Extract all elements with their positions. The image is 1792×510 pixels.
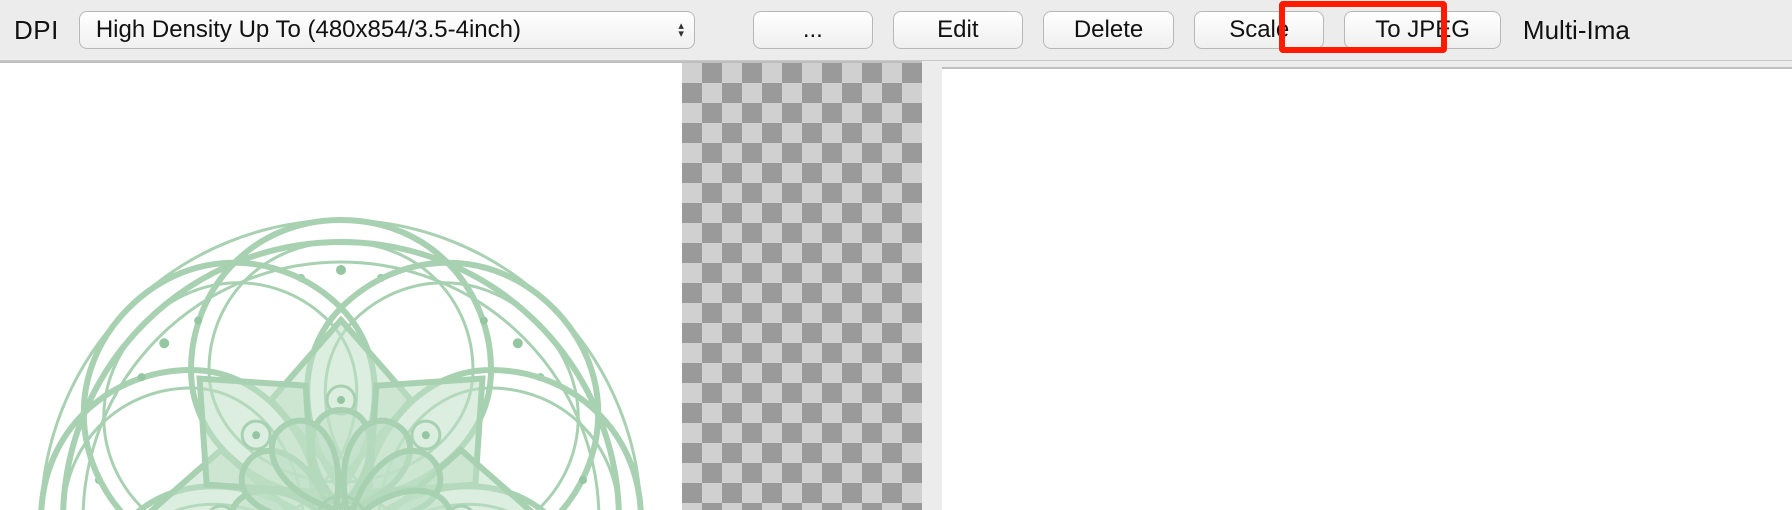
multiimage-label-truncated: Multi-Ima bbox=[1523, 15, 1630, 46]
edit-button-label: Edit bbox=[937, 16, 978, 44]
tojpeg-button-label: To JPEG bbox=[1375, 16, 1470, 44]
dpi-select-value: High Density Up To (480x854/3.5-4inch) bbox=[96, 16, 521, 44]
more-button[interactable]: ... bbox=[753, 11, 873, 49]
tojpeg-button[interactable]: To JPEG bbox=[1344, 11, 1501, 49]
delete-button[interactable]: Delete bbox=[1043, 11, 1174, 49]
toolbar: DPI High Density Up To (480x854/3.5-4inc… bbox=[0, 0, 1792, 60]
transparency-gutter bbox=[682, 61, 922, 510]
output-preview-pane bbox=[942, 67, 1792, 510]
dpi-select[interactable]: High Density Up To (480x854/3.5-4inch) ▴… bbox=[79, 11, 695, 49]
checker-pattern bbox=[682, 61, 922, 510]
edit-button[interactable]: Edit bbox=[893, 11, 1023, 49]
source-preview-pane bbox=[0, 61, 682, 510]
scale-button[interactable]: Scale bbox=[1194, 11, 1324, 49]
scale-button-label: Scale bbox=[1229, 16, 1289, 44]
more-button-label: ... bbox=[803, 16, 823, 44]
updown-icon: ▴▾ bbox=[678, 22, 684, 38]
preview-artwork bbox=[21, 200, 661, 510]
workspace bbox=[0, 60, 1792, 510]
delete-button-label: Delete bbox=[1074, 16, 1143, 44]
dpi-label: DPI bbox=[14, 15, 59, 46]
